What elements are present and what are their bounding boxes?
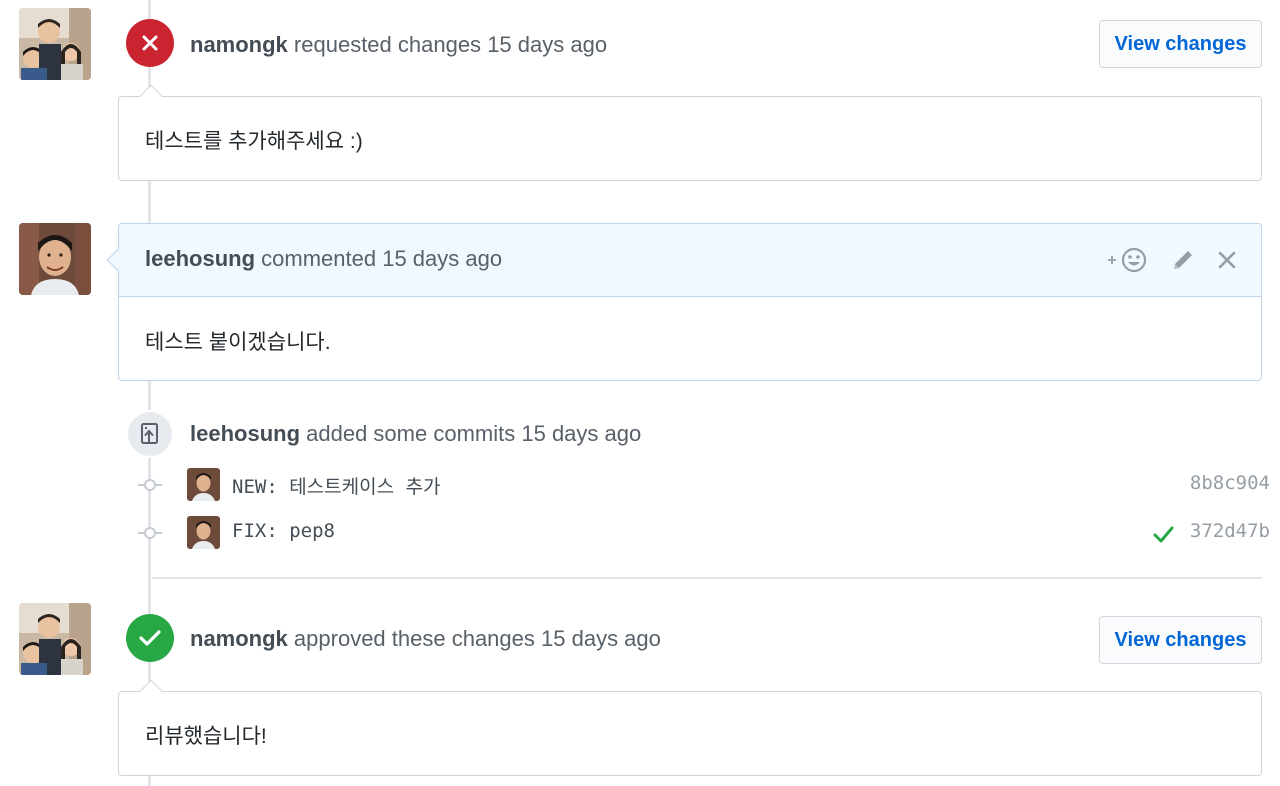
approved-badge (126, 614, 174, 662)
avatar-leehosung[interactable] (19, 223, 91, 295)
comment-box: leehosung commented 15 days ago 테스트 붙이겠습… (106, 223, 1262, 381)
commit-message[interactable]: NEW: 테스트케이스 추가 (232, 472, 440, 499)
check-icon (139, 630, 161, 646)
check-status-icon[interactable] (1152, 523, 1174, 545)
repo-push-icon (141, 423, 158, 444)
comment-author[interactable]: leehosung (145, 246, 255, 271)
commit-avatar-image (187, 516, 220, 549)
changes-requested-badge (126, 19, 174, 67)
comment-body: 테스트 붙이겠습니다. (145, 331, 331, 354)
review-1-body: 테스트를 추가해주세요 :) (145, 130, 363, 153)
review-1-box: 테스트를 추가해주세요 :) (118, 84, 1262, 181)
commits-event-author[interactable]: leehosung (190, 421, 300, 446)
edit-comment-button[interactable] (1167, 244, 1199, 276)
commits-event-action: added some commits (306, 421, 516, 446)
commits-event-time: 15 days ago (521, 421, 642, 446)
commit-avatar[interactable] (187, 516, 220, 549)
delete-comment-button[interactable] (1213, 244, 1241, 276)
timeline-divider (152, 577, 1262, 579)
avatar-namongk[interactable] (19, 8, 91, 80)
close-icon (1218, 251, 1236, 269)
commit-avatar[interactable] (187, 468, 220, 501)
comment-title: leehosung commented 15 days ago (145, 246, 502, 272)
review-2-time[interactable]: 15 days ago (541, 626, 661, 651)
view-changes-button-1[interactable]: View changes (1099, 20, 1262, 68)
commit-sha[interactable]: 8b8c904 (1190, 472, 1270, 494)
avatar-namongk[interactable] (19, 603, 91, 675)
comment-action: commented (261, 246, 377, 271)
comment-header: leehosung commented 15 days ago (119, 224, 1261, 297)
view-changes-button-2[interactable]: View changes (1099, 616, 1262, 664)
commits-event-title: leehosung added some commits 15 days ago (190, 421, 641, 447)
review-2-box: 리뷰했습니다! (118, 679, 1262, 776)
commit-message[interactable]: FIX: pep8 (232, 520, 335, 542)
review-1-caret (139, 84, 163, 108)
avatar-namongk-image (19, 8, 91, 80)
review-2-caret (139, 679, 163, 703)
x-icon (142, 35, 158, 51)
review-1-time[interactable]: 15 days ago (487, 32, 607, 57)
add-reaction-icon (1108, 247, 1147, 273)
comment-time[interactable]: 15 days ago (382, 246, 502, 271)
avatar-namongk-image (19, 603, 91, 675)
commit-row: NEW: 테스트케이스 추가 8b8c904 (130, 465, 1270, 505)
pencil-icon (1174, 251, 1192, 269)
review-2-body: 리뷰했습니다! (145, 725, 267, 748)
commits-badge (126, 410, 174, 458)
review-1-action: requested changes (293, 32, 482, 57)
add-reaction-button[interactable] (1105, 244, 1149, 276)
avatar-leehosung-image (19, 223, 91, 295)
commit-avatar-image (187, 468, 220, 501)
review-1-title: namongk requested changes 15 days ago (190, 32, 607, 58)
review-2-title: namongk approved these changes 15 days a… (190, 626, 661, 652)
review-1-author[interactable]: namongk (190, 32, 288, 57)
commit-dot-icon (138, 479, 162, 491)
review-2-action: approved these changes (293, 626, 535, 651)
commit-row: FIX: pep8 372d47b (130, 513, 1270, 553)
commit-sha[interactable]: 372d47b (1190, 520, 1270, 542)
review-2-author[interactable]: namongk (190, 626, 288, 651)
commit-dot-icon (138, 527, 162, 539)
